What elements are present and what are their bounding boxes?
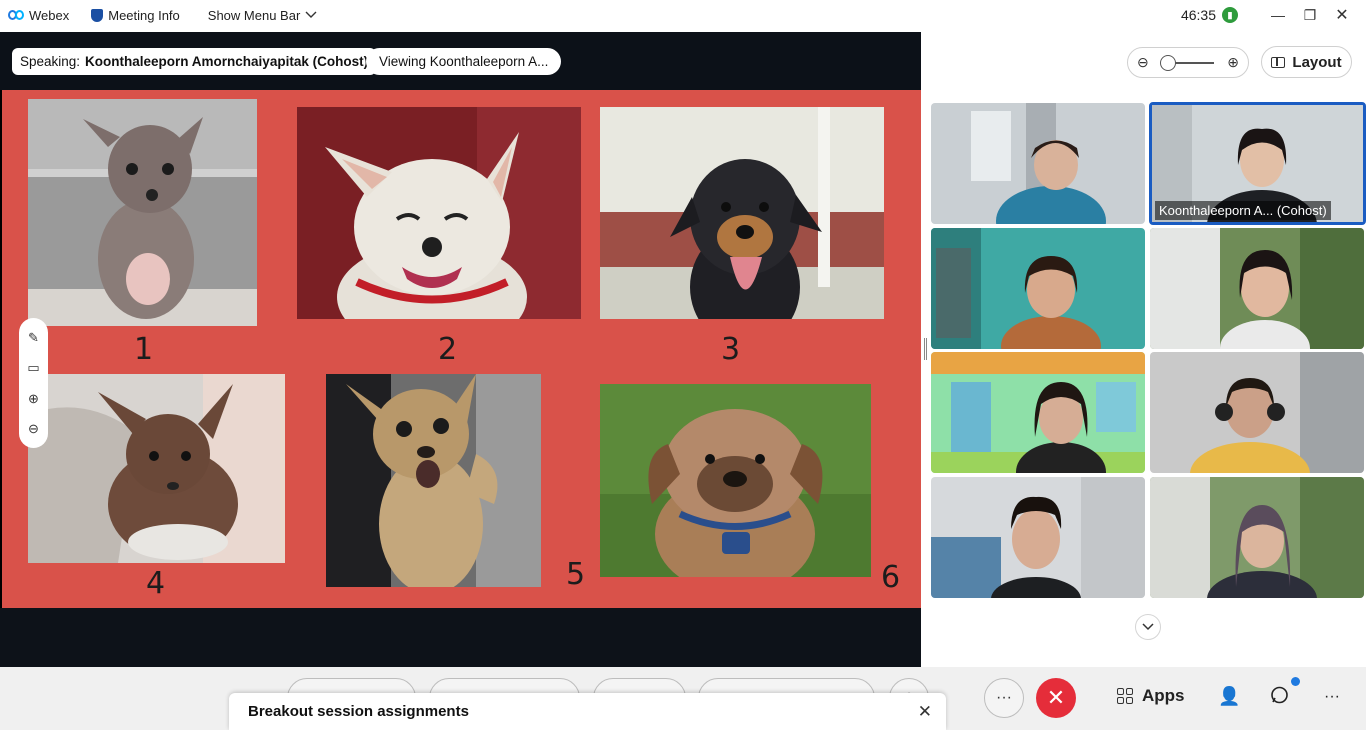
participant-tile[interactable]: [931, 352, 1145, 473]
layout-icon: [1271, 56, 1286, 68]
minimize-button[interactable]: —: [1262, 7, 1294, 23]
zoom-slider-knob[interactable]: [1160, 54, 1176, 71]
participant-name: Koonthaleeporn A... (Cohost): [1155, 201, 1331, 220]
zoom-in-icon[interactable]: ⊕: [1227, 54, 1239, 71]
title-bar: Webex Meeting Info Show Menu Bar 46:35 ▮…: [0, 0, 1366, 30]
speaking-indicator: Speaking: Koonthaleeporn Amornchaiyapita…: [12, 48, 377, 75]
chat-button[interactable]: [1270, 686, 1289, 710]
dog-photo-3: [600, 107, 884, 319]
participant-tile[interactable]: [931, 228, 1145, 349]
meeting-info-button[interactable]: Meeting Info: [91, 8, 180, 23]
chevron-down-icon: [1142, 623, 1154, 631]
breakout-title: Breakout session assignments: [248, 703, 469, 720]
zoom-out-icon[interactable]: ⊖: [28, 422, 39, 435]
participant-tile[interactable]: [1150, 352, 1364, 473]
dog-number-5: 5: [566, 557, 586, 592]
viewing-indicator[interactable]: Viewing Koonthaleeporn A...: [366, 48, 562, 75]
meeting-info-label: Meeting Info: [108, 7, 180, 23]
apps-button[interactable]: Apps: [1117, 686, 1185, 706]
participant-tile[interactable]: [1150, 477, 1364, 598]
dog-photo-6: [600, 384, 871, 577]
chat-icon: [1271, 686, 1288, 704]
apps-icon: [1117, 687, 1134, 705]
app-name: Webex: [29, 7, 70, 23]
speaking-label: Speaking:: [20, 54, 81, 69]
more-panels-button[interactable]: ···: [1324, 688, 1340, 706]
more-icon: ···: [1324, 688, 1340, 705]
more-icon: ···: [996, 689, 1012, 706]
participant-tile-active-speaker[interactable]: Koonthaleeporn A... (Cohost): [1149, 102, 1366, 225]
dog-number-2: 2: [438, 332, 458, 367]
panel-resize-handle[interactable]: [924, 338, 927, 360]
dog-photo-2: [297, 107, 581, 319]
chevron-down-icon: [305, 11, 317, 18]
close-window-button[interactable]: ✕: [1326, 5, 1358, 25]
zoom-in-icon[interactable]: ⊕: [28, 392, 39, 405]
breakout-assignments-panel[interactable]: Breakout session assignments ✕: [229, 693, 946, 730]
video-zoom-control[interactable]: ⊖ ⊕: [1127, 47, 1249, 78]
show-menu-bar-button[interactable]: Show Menu Bar: [208, 8, 318, 23]
close-icon[interactable]: ✕: [918, 702, 932, 722]
dog-number-4: 4: [146, 566, 166, 601]
layout-button[interactable]: Layout: [1261, 46, 1352, 78]
webex-logo-icon: [8, 9, 24, 21]
dog-number-6: 6: [881, 560, 901, 595]
speaking-name: Koonthaleeporn Amornchaiyapitak (Cohost): [85, 54, 369, 69]
participant-tile[interactable]: [931, 103, 1145, 224]
dog-photo-5: [326, 374, 541, 587]
apps-label: Apps: [1142, 686, 1185, 705]
zoom-out-icon[interactable]: ⊖: [1137, 54, 1149, 71]
network-signal-icon[interactable]: ▮: [1222, 7, 1238, 23]
shared-slide: 1 2 3 4 5 6: [2, 90, 921, 608]
dog-number-3: 3: [721, 332, 741, 367]
dog-photo-1: [28, 99, 257, 326]
viewing-label: Viewing Koonthaleeporn A...: [379, 54, 549, 69]
close-icon: ✕: [1046, 685, 1066, 710]
annotation-toolbar: ✎ ▭ ⊕ ⊖: [19, 318, 48, 448]
person-icon: 👤: [1218, 686, 1241, 706]
zoom-slider[interactable]: [1160, 54, 1214, 71]
show-menu-bar-label: Show Menu Bar: [207, 7, 301, 23]
chat-notification-badge: [1291, 677, 1300, 686]
more-options-button[interactable]: ···: [984, 678, 1024, 718]
webex-app[interactable]: Webex: [8, 8, 69, 23]
restore-button[interactable]: ❐: [1294, 7, 1326, 24]
shield-icon: [91, 8, 104, 22]
screen-icon[interactable]: ▭: [27, 361, 39, 374]
end-call-button[interactable]: ✕: [1036, 678, 1076, 718]
dog-photo-4: [28, 374, 285, 563]
meeting-timer: 46:35: [1180, 7, 1216, 23]
scroll-down-button[interactable]: [1135, 614, 1161, 640]
dog-number-1: 1: [134, 332, 154, 367]
participants-panel-button[interactable]: 👤: [1218, 686, 1240, 707]
shared-content-area[interactable]: 1 2 3 4 5 6 Speaking: Koonthaleeporn Amo…: [0, 32, 921, 667]
layout-label: Layout: [1292, 53, 1342, 71]
share-bottom-band: [0, 608, 921, 667]
pen-icon[interactable]: ✎: [28, 331, 39, 344]
participant-tile[interactable]: [1150, 228, 1364, 349]
participant-tile[interactable]: [931, 477, 1145, 598]
